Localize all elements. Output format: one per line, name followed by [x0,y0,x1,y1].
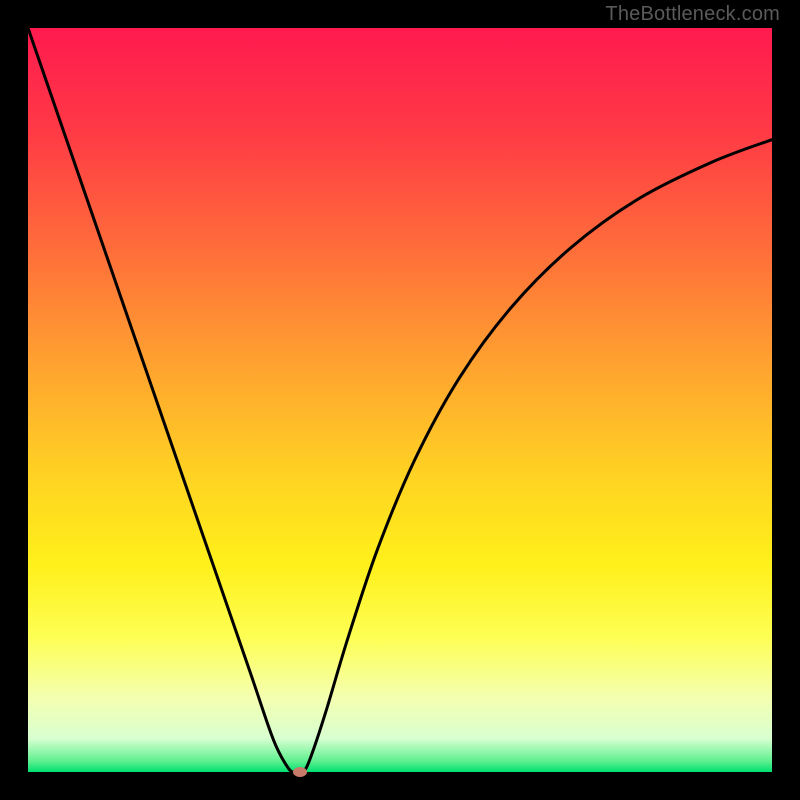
optimal-marker [293,767,307,777]
watermark-text: TheBottleneck.com [605,3,780,26]
plot-area [28,28,772,772]
chart-container: TheBottleneck.com [0,0,800,800]
bottleneck-curve [28,28,772,772]
